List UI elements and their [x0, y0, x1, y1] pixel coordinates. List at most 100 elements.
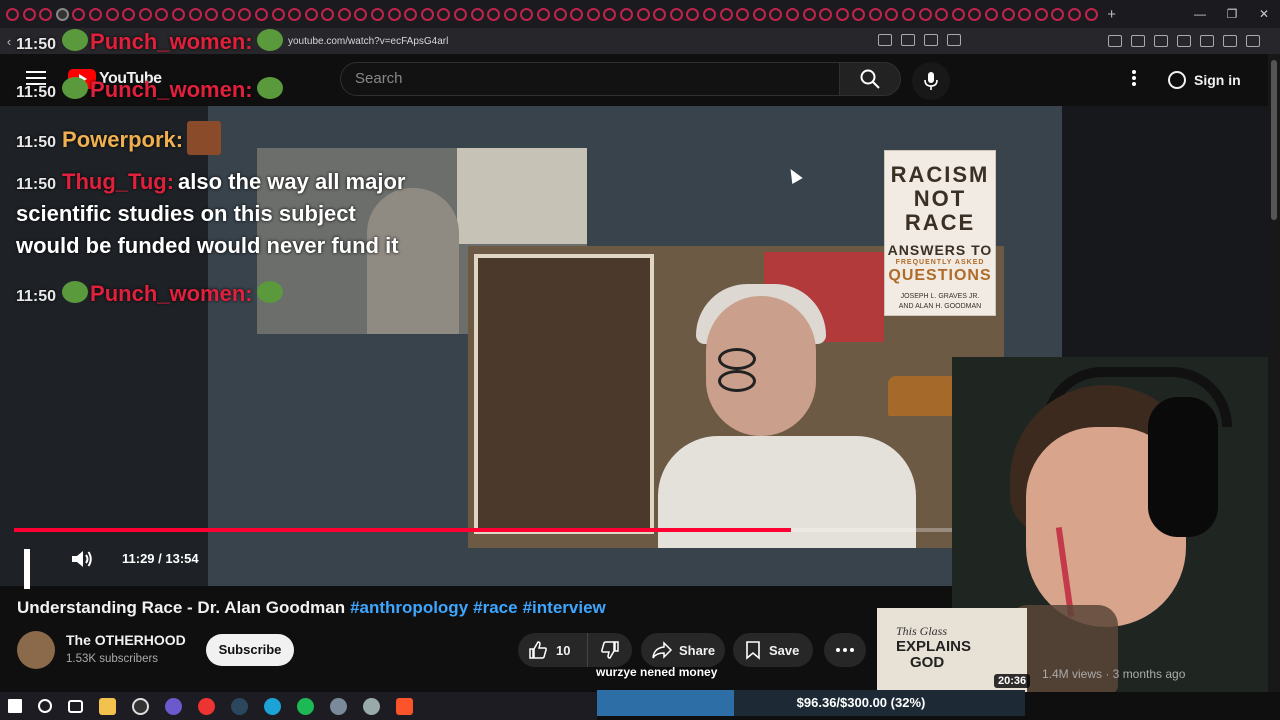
hashtag-link[interactable]: #race — [473, 598, 517, 617]
browser-tab[interactable] — [619, 7, 633, 21]
browser-tab[interactable] — [437, 7, 451, 21]
close-window-button[interactable]: ✕ — [1248, 0, 1280, 28]
browser-tab[interactable] — [586, 7, 600, 21]
spotify-icon[interactable] — [297, 697, 314, 715]
browser-tab[interactable] — [138, 7, 152, 21]
browser-tab[interactable] — [288, 7, 302, 21]
media-icon[interactable] — [1154, 35, 1168, 47]
browser-tab[interactable] — [686, 7, 700, 21]
browser-tab[interactable] — [951, 7, 965, 21]
browser-tab[interactable] — [719, 7, 733, 21]
browser-tab[interactable] — [968, 7, 982, 21]
browser-tab[interactable] — [570, 7, 584, 21]
browser-tab[interactable] — [171, 7, 185, 21]
browser-tab[interactable] — [885, 7, 899, 21]
browser-tab[interactable] — [603, 7, 617, 21]
browser-tab[interactable] — [702, 7, 716, 21]
browser-tab[interactable] — [636, 7, 650, 21]
browser-tab[interactable] — [55, 7, 69, 21]
browser-tab[interactable] — [1001, 7, 1015, 21]
sign-in-button[interactable]: Sign in — [1160, 63, 1253, 97]
extension-icon[interactable] — [1131, 35, 1145, 47]
browser-tab[interactable] — [819, 7, 833, 21]
windows-start-icon[interactable] — [8, 699, 22, 713]
browser-tab[interactable] — [769, 7, 783, 21]
browser-tab[interactable] — [188, 7, 202, 21]
edge-icon[interactable] — [264, 697, 281, 715]
browser-menu-icon[interactable] — [1246, 35, 1260, 47]
browser-tab[interactable] — [802, 7, 816, 21]
save-button[interactable]: Save — [733, 633, 813, 667]
browser-tab[interactable] — [1051, 7, 1065, 21]
app-icon[interactable] — [330, 697, 347, 715]
browser-tab[interactable] — [39, 7, 53, 21]
browser-tab[interactable] — [835, 7, 849, 21]
hashtag-link[interactable]: #interview — [523, 598, 606, 617]
browser-tab[interactable] — [238, 7, 252, 21]
hashtag-link[interactable]: #anthropology — [350, 598, 468, 617]
browser-tab[interactable] — [985, 7, 999, 21]
app-icon[interactable] — [363, 697, 380, 715]
browser-tab[interactable] — [371, 7, 385, 21]
browser-tab[interactable] — [653, 7, 667, 21]
browser-tab[interactable] — [304, 7, 318, 21]
browser-tab[interactable] — [902, 7, 916, 21]
browser-tab[interactable] — [520, 7, 534, 21]
subscribe-button[interactable]: Subscribe — [206, 634, 294, 666]
more-options-icon[interactable] — [1124, 68, 1144, 92]
shield-icon[interactable] — [947, 34, 961, 46]
more-actions-button[interactable] — [824, 633, 866, 667]
video-progress-bar[interactable] — [14, 528, 952, 532]
wallet-icon[interactable] — [1200, 35, 1214, 47]
minimize-button[interactable]: — — [1184, 0, 1216, 28]
channel-avatar[interactable] — [17, 631, 55, 669]
browser-tab[interactable] — [537, 7, 550, 21]
browser-tab[interactable] — [852, 7, 866, 21]
share-button[interactable]: Share — [641, 633, 725, 667]
browser-tab[interactable] — [918, 7, 932, 21]
pause-icon[interactable] — [24, 549, 42, 589]
browser-tab[interactable] — [553, 7, 567, 21]
sidebar-icon[interactable] — [1177, 35, 1191, 47]
page-scrollbar[interactable] — [1268, 54, 1280, 692]
new-tab-button[interactable]: + — [1107, 6, 1116, 23]
browser-tab[interactable] — [337, 7, 351, 21]
screen-icon[interactable] — [878, 34, 892, 46]
voice-search-button[interactable] — [912, 62, 950, 100]
browser-tab[interactable] — [387, 7, 401, 21]
volume-icon[interactable] — [70, 548, 94, 570]
browser-tab[interactable] — [404, 7, 418, 21]
browser-tab[interactable] — [354, 7, 368, 21]
search-input[interactable]: Search — [340, 62, 840, 96]
browser-tab[interactable] — [88, 7, 102, 21]
browser-tab[interactable] — [72, 7, 86, 21]
browser-tab[interactable] — [503, 7, 517, 21]
search-icon[interactable] — [38, 699, 52, 713]
browser-tab[interactable] — [221, 7, 235, 21]
browser-tab[interactable] — [752, 7, 766, 21]
browser-tab[interactable] — [785, 7, 799, 21]
browser-tab[interactable] — [321, 7, 335, 21]
browser-tab[interactable] — [271, 7, 285, 21]
browser-tab[interactable] — [105, 7, 119, 21]
browser-tab[interactable] — [22, 7, 36, 21]
browser-tab[interactable] — [669, 7, 683, 21]
obs-icon[interactable] — [132, 697, 149, 715]
browser-tab[interactable] — [122, 7, 136, 21]
browser-tab[interactable] — [868, 7, 882, 21]
discord-icon[interactable] — [165, 697, 182, 715]
browser-tab[interactable] — [205, 7, 219, 21]
like-button[interactable]: 10 — [518, 633, 588, 667]
browser-tab[interactable] — [1018, 7, 1032, 21]
zoom-icon[interactable] — [901, 34, 915, 46]
browser-tab[interactable] — [1068, 7, 1081, 21]
vpn-icon[interactable] — [1223, 35, 1237, 47]
browser-tab[interactable] — [1084, 7, 1098, 21]
browser-tab[interactable] — [254, 7, 268, 21]
browser-tab[interactable] — [6, 7, 19, 21]
restore-button[interactable]: ❐ — [1216, 0, 1248, 28]
steam-icon[interactable] — [231, 697, 248, 715]
browser-tab[interactable] — [470, 7, 484, 21]
chrome-icon[interactable] — [198, 697, 215, 715]
search-button[interactable] — [839, 62, 901, 96]
